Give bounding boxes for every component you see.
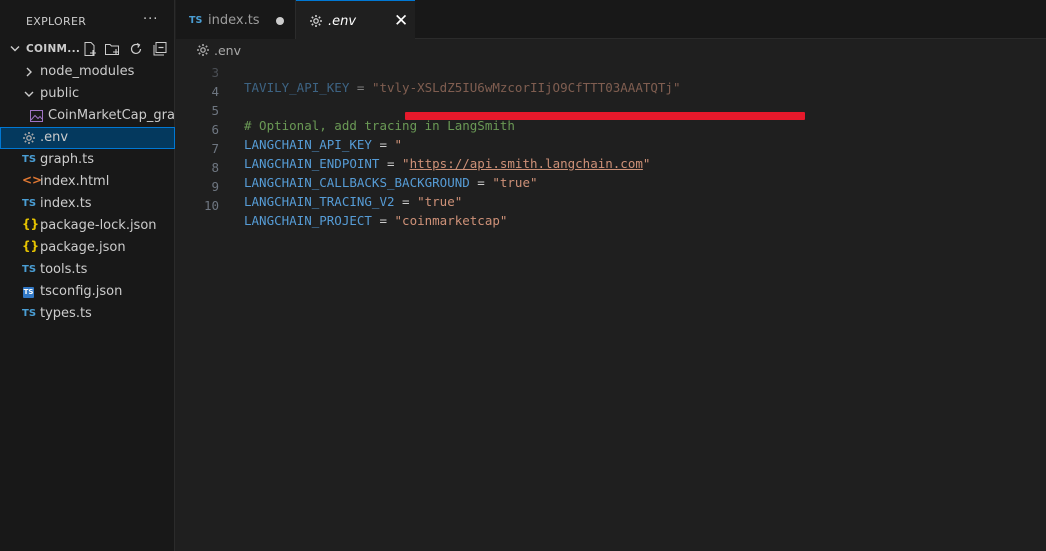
tree-item-types-ts[interactable]: TS types.ts [0,303,175,325]
new-folder-icon[interactable] [104,41,120,57]
close-icon[interactable]: ✕ [394,11,408,31]
workspace-root-name: COINM... [26,43,81,55]
code-line: 5 # Optional, add tracing in LangSmith [176,88,1046,133]
code-line: 9 LANGCHAIN_TRACING_V2 = "true" [176,164,1046,209]
typescript-icon: TS [22,154,37,165]
tree-item-label: tools.ts [40,262,88,277]
tab-bar: TS index.ts .env ✕ [176,0,1046,39]
tree-item-env[interactable]: .env [0,127,175,149]
line-number: 10 [203,198,219,213]
typescript-icon: TS [22,264,37,275]
tree-item-package-json[interactable]: {} package.json [0,237,175,259]
code-line: 4 [176,69,1046,99]
tree-item-public[interactable]: public [0,83,175,105]
chevron-down-icon [24,91,34,97]
tab-label: index.ts [208,13,260,28]
tree-item-label: tsconfig.json [40,284,123,299]
typescript-icon: TS [22,198,37,209]
code-line: 6 LANGCHAIN_API_KEY = " [176,107,1046,152]
tree-item-coinmarketcap-image[interactable]: CoinMarketCap_gra... [0,105,187,127]
tree-item-graph-ts[interactable]: TS graph.ts [0,149,175,171]
tree-item-label: package.json [40,240,126,255]
tree-item-label: package-lock.json [40,218,157,233]
tab-label: .env [328,14,357,29]
code-line: 8 LANGCHAIN_CALLBACKS_BACKGROUND = "true… [176,145,1046,190]
tsconfig-icon: TS [23,287,34,298]
tree-item-tsconfig-json[interactable]: TS tsconfig.json [0,281,175,303]
unsaved-dot-icon[interactable] [276,17,284,25]
tree-item-label: graph.ts [40,152,95,167]
tree-item-tools-ts[interactable]: TS tools.ts [0,259,175,281]
collapse-all-icon[interactable] [152,41,168,57]
tree-item-label: index.html [40,174,110,189]
image-icon [30,110,43,122]
tree-item-label: CoinMarketCap_gra... [48,108,188,123]
tree-item-label: node_modules [40,64,135,79]
new-file-icon[interactable] [82,41,98,57]
gear-icon [197,44,209,56]
workspace-root[interactable]: COINM... [0,39,175,61]
chevron-down-icon [10,46,20,52]
env-key: LANGCHAIN_PROJECT [244,213,372,228]
json-icon: {} [22,239,40,253]
env-value: "coinmarketcap" [394,213,508,228]
gear-icon [310,15,322,27]
redaction-bar [405,112,805,120]
tree-item-label: public [40,86,80,101]
explorer-title: EXPLORER [26,15,87,28]
tree-item-label: .env [40,130,69,145]
typescript-icon: TS [22,308,37,319]
refresh-icon[interactable] [128,41,144,57]
code-editor[interactable]: 3 TAVILY_API_KEY = "tvly-XSLdZ5IU6wMzcor… [176,61,1046,551]
gear-icon [23,132,35,144]
explorer-sidebar: EXPLORER ··· COINM... node_modules publi… [0,0,187,551]
code-line: 3 TAVILY_API_KEY = "tvly-XSLdZ5IU6wMzcor… [176,61,1046,95]
code-line: 7 LANGCHAIN_ENDPOINT = "https://api.smit… [176,126,1046,171]
tab-env[interactable]: .env ✕ [296,0,415,39]
assign-operator: = [371,213,395,228]
more-actions-icon[interactable]: ··· [143,12,158,27]
tree-item-package-lock-json[interactable]: {} package-lock.json [0,215,175,237]
breadcrumb: .env [176,39,1046,61]
tab-index-ts[interactable]: TS index.ts [176,0,296,39]
tree-item-label: types.ts [40,306,92,321]
typescript-icon: TS [189,15,203,26]
json-icon: {} [22,217,40,231]
tree-item-index-html[interactable]: <> index.html [0,171,175,193]
tree-item-index-ts[interactable]: TS index.ts [0,193,175,215]
code-line: 10 LANGCHAIN_PROJECT = "coinmarketcap" [176,183,1046,228]
tree-item-label: index.ts [40,196,92,211]
chevron-right-icon [26,67,32,77]
tree-item-node-modules[interactable]: node_modules [0,61,175,83]
breadcrumb-item[interactable]: .env [214,43,241,58]
